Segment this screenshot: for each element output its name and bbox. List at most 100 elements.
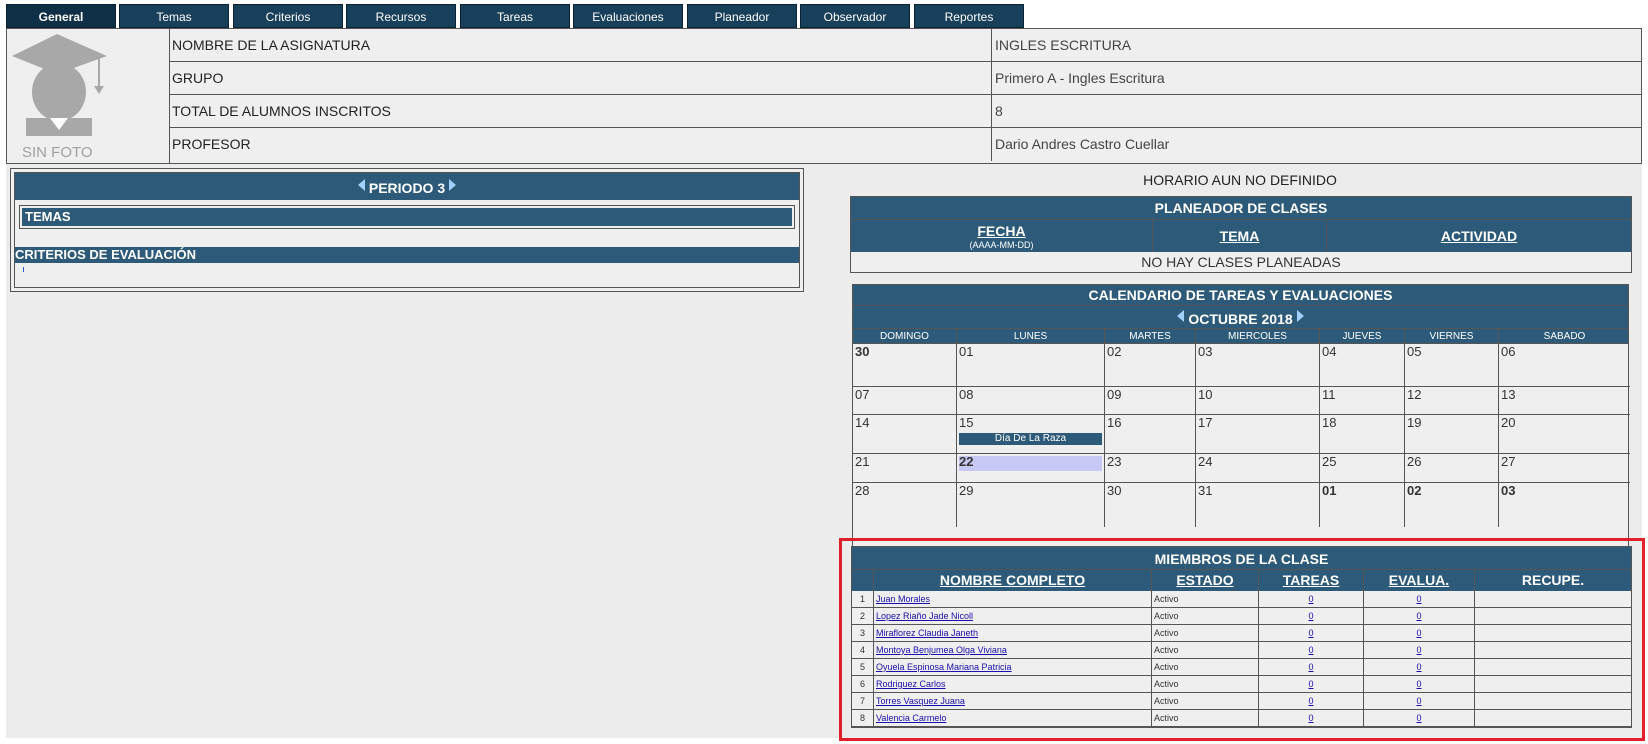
calendar-day-cell[interactable]: 26 xyxy=(1405,454,1499,483)
calendar-day-cell[interactable]: 07 xyxy=(853,387,957,415)
evalua-sort-link[interactable]: EVALUA. xyxy=(1389,572,1449,588)
member-tareas-link[interactable]: 0 xyxy=(1308,611,1313,621)
calendar-day-cell[interactable]: 02 xyxy=(1405,483,1499,527)
calendar-day-number: 13 xyxy=(1501,387,1516,402)
calendar-day-cell[interactable]: 01 xyxy=(1320,483,1405,527)
member-tareas-link[interactable]: 0 xyxy=(1308,645,1313,655)
calendar-day-cell[interactable]: 15 Día De La Raza xyxy=(957,415,1105,454)
calendar-day-number: 17 xyxy=(1198,415,1213,430)
calendar-day-cell[interactable]: 08 xyxy=(957,387,1105,415)
member-evalua-link[interactable]: 0 xyxy=(1416,645,1421,655)
calendar-day-cell[interactable]: 06 xyxy=(1499,344,1630,387)
tab-criterios[interactable]: Criterios xyxy=(233,4,343,28)
tab-observador[interactable]: Observador xyxy=(800,4,910,28)
calendar-day-cell[interactable]: 04 xyxy=(1320,344,1405,387)
calendar-day-cell[interactable]: 23 xyxy=(1105,454,1196,483)
calendar-day-number: 21 xyxy=(855,454,870,469)
member-recupe-cell xyxy=(1475,608,1631,625)
prev-month-arrow-icon[interactable] xyxy=(1177,310,1185,322)
member-evalua-link[interactable]: 0 xyxy=(1416,628,1421,638)
calendar-day-cell[interactable]: 13 xyxy=(1499,387,1630,415)
calendar-day-cell[interactable]: 03 xyxy=(1499,483,1630,527)
calendar-day-cell[interactable]: 21 xyxy=(853,454,957,483)
calendar-day-cell[interactable]: 25 xyxy=(1320,454,1405,483)
calendar-event[interactable]: Día De La Raza xyxy=(959,433,1102,445)
tab-planeador[interactable]: Planeador xyxy=(687,4,797,28)
member-status-cell: Activo xyxy=(1152,608,1259,625)
member-number-cell: 1 xyxy=(852,591,874,608)
member-tareas-link[interactable]: 0 xyxy=(1308,679,1313,689)
calendar-day-cell[interactable]: 24 xyxy=(1196,454,1320,483)
next-period-arrow-icon[interactable] xyxy=(449,179,457,191)
estado-sort-link[interactable]: ESTADO xyxy=(1176,572,1233,588)
fecha-sort-link[interactable]: FECHA xyxy=(977,223,1025,239)
prev-period-arrow-icon[interactable] xyxy=(357,179,365,191)
member-name-link[interactable]: Juan Morales xyxy=(876,594,930,604)
calendar-day-cell[interactable]: 17 xyxy=(1196,415,1320,454)
calendar-day-cell[interactable]: 02 xyxy=(1105,344,1196,387)
calendar-day-cell[interactable]: 18 xyxy=(1320,415,1405,454)
member-recupe-cell xyxy=(1475,625,1631,642)
member-evalua-link[interactable]: 0 xyxy=(1416,679,1421,689)
calendar-day-cell[interactable]: 28 xyxy=(853,483,957,527)
calendar-day-cell[interactable]: 14 xyxy=(853,415,957,454)
member-evalua-link[interactable]: 0 xyxy=(1416,713,1421,723)
calendar-day-cell[interactable]: 20 xyxy=(1499,415,1630,454)
calendar-day-cell[interactable]: 11 xyxy=(1320,387,1405,415)
calendar-day-cell[interactable]: 31 xyxy=(1196,483,1320,527)
next-month-arrow-icon[interactable] xyxy=(1296,310,1304,322)
tab-general[interactable]: General xyxy=(6,4,116,28)
member-row: 1 Juan Morales Activo 0 0 xyxy=(852,591,1631,608)
member-tareas-link[interactable]: 0 xyxy=(1308,662,1313,672)
calendar-day-cell[interactable]: 12 xyxy=(1405,387,1499,415)
calendar-day-cell[interactable]: 10 xyxy=(1196,387,1320,415)
calendar-day-cell[interactable]: 03 xyxy=(1196,344,1320,387)
member-name-link[interactable]: Valencia Carmelo xyxy=(876,713,946,723)
member-evalua-cell: 0 xyxy=(1364,625,1475,642)
member-number-cell: 2 xyxy=(852,608,874,625)
calendar-day-cell[interactable]: 30 xyxy=(1105,483,1196,527)
member-name-link[interactable]: Lopez Riaño Jade Nicoll xyxy=(876,611,973,621)
member-name-link[interactable]: Rodriguez Carlos xyxy=(876,679,946,689)
tab-recursos[interactable]: Recursos xyxy=(346,4,456,28)
calendar-day-cell[interactable]: 05 xyxy=(1405,344,1499,387)
weekday-header: VIERNES xyxy=(1405,329,1499,344)
member-evalua-link[interactable]: 0 xyxy=(1416,662,1421,672)
calendar-day-cell[interactable]: 16 xyxy=(1105,415,1196,454)
member-name-link[interactable]: Oyuela Espinosa Mariana Patricia xyxy=(876,662,1012,672)
member-name-cell: Oyuela Espinosa Mariana Patricia xyxy=(874,659,1152,676)
tema-sort-link[interactable]: TEMA xyxy=(1220,228,1260,244)
actividad-sort-link[interactable]: ACTIVIDAD xyxy=(1441,228,1517,244)
member-name-link[interactable]: Miraflorez Claudia Janeth xyxy=(876,628,978,638)
calendar-day-cell[interactable]: 22 xyxy=(957,454,1105,483)
info-value: 8 xyxy=(995,103,1003,119)
calendar-day-cell[interactable]: 30 xyxy=(853,344,957,387)
member-evalua-link[interactable]: 0 xyxy=(1416,696,1421,706)
member-tareas-link[interactable]: 0 xyxy=(1308,628,1313,638)
tareas-sort-link[interactable]: TAREAS xyxy=(1283,572,1340,588)
member-tareas-link[interactable]: 0 xyxy=(1308,713,1313,723)
weekday-header: MIERCOLES xyxy=(1196,329,1320,344)
calendar-day-cell[interactable]: 27 xyxy=(1499,454,1630,483)
member-tareas-link[interactable]: 0 xyxy=(1308,594,1313,604)
calendar-day-cell[interactable]: 09 xyxy=(1105,387,1196,415)
calendar-day-cell[interactable]: 19 xyxy=(1405,415,1499,454)
tab-evaluaciones[interactable]: Evaluaciones xyxy=(573,4,683,28)
tab-temas[interactable]: Temas xyxy=(119,4,229,28)
nombre-sort-link[interactable]: NOMBRE COMPLETO xyxy=(940,572,1085,588)
member-status-cell: Activo xyxy=(1152,693,1259,710)
member-evalua-link[interactable]: 0 xyxy=(1416,594,1421,604)
calendar-day-cell[interactable]: 01 xyxy=(957,344,1105,387)
tab-reportes[interactable]: Reportes xyxy=(914,4,1024,28)
member-name-link[interactable]: Montoya Benjumea Olga Viviana xyxy=(876,645,1007,655)
member-row: 2 Lopez Riaño Jade Nicoll Activo 0 0 xyxy=(852,608,1631,625)
member-tareas-link[interactable]: 0 xyxy=(1308,696,1313,706)
member-evalua-cell: 0 xyxy=(1364,591,1475,608)
criterio-link-mark[interactable] xyxy=(23,267,24,272)
member-name-link[interactable]: Torres Vasquez Juana xyxy=(876,696,965,706)
calendar-day-cell[interactable]: 29 xyxy=(957,483,1105,527)
member-evalua-link[interactable]: 0 xyxy=(1416,611,1421,621)
tab-tareas[interactable]: Tareas xyxy=(460,4,570,28)
subject-info-table: SIN FOTO NOMBRE DE LA ASIGNATURA INGLES … xyxy=(6,28,1642,164)
member-row: 5 Oyuela Espinosa Mariana Patricia Activo 0… xyxy=(852,659,1631,676)
